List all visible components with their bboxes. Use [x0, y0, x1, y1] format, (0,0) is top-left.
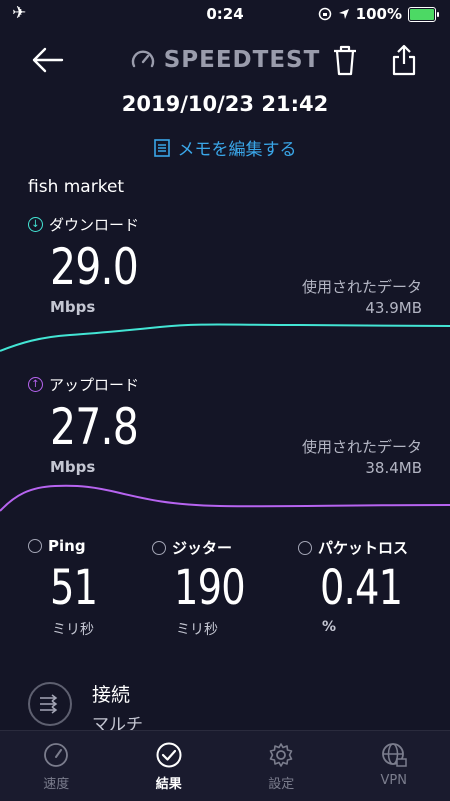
ping-label-row: Ping: [28, 537, 86, 555]
jitter-label-row: ジッター: [152, 537, 232, 558]
multi-arrow-icon: [38, 694, 62, 714]
memo-icon: [154, 139, 170, 157]
upload-label: アップロード: [49, 374, 139, 395]
upload-unit: Mbps: [50, 458, 95, 476]
jitter-label: ジッター: [172, 537, 232, 558]
trash-icon[interactable]: [330, 42, 360, 78]
download-value: 29.0: [50, 238, 138, 296]
upload-graph: [0, 475, 450, 515]
speedometer-icon: [42, 741, 70, 769]
jitter-unit: ミリ秒: [176, 619, 218, 639]
jitter-icon: [152, 541, 166, 555]
battery-percent: 100%: [356, 5, 402, 23]
ping-value: 51: [50, 560, 97, 616]
tab-vpn-label: VPN: [381, 773, 407, 788]
ping-icon: [28, 539, 42, 553]
tab-bar: 速度 結果 設定 VPN: [0, 730, 450, 801]
location-arrow-icon: [338, 8, 350, 20]
download-unit: Mbps: [50, 298, 95, 316]
tab-speed-label: 速度: [43, 773, 69, 792]
result-datetime: 2019/10/23 21:42: [0, 92, 450, 116]
tab-settings[interactable]: 設定: [225, 731, 338, 801]
connection-title: 接続: [92, 680, 130, 707]
globe-lock-icon: [380, 741, 408, 769]
upload-value: 27.8: [50, 398, 138, 456]
status-bar: ✈ 0:24 100%: [0, 0, 450, 28]
battery-icon: [408, 7, 436, 22]
tab-results[interactable]: 結果: [113, 731, 226, 801]
server-name: fish market: [28, 177, 124, 197]
tab-settings-label: 設定: [268, 773, 294, 792]
tab-speed[interactable]: 速度: [0, 731, 113, 801]
ping-unit: ミリ秒: [52, 619, 94, 639]
ping-label: Ping: [48, 537, 86, 555]
packet-loss-unit: %: [322, 619, 336, 635]
tab-results-label: 結果: [156, 773, 182, 792]
download-usage: 使用されたデータ 43.9MB: [302, 277, 422, 319]
edit-memo-button[interactable]: メモを編集する: [0, 135, 450, 160]
upload-usage-label: 使用されたデータ: [302, 437, 422, 458]
edit-memo-label: メモを編集する: [178, 135, 297, 160]
logo-text: SPEEDTEST: [164, 47, 321, 73]
speedtest-logo: SPEEDTEST: [0, 47, 450, 73]
connections-icon: [28, 682, 72, 726]
share-icon[interactable]: [390, 42, 418, 78]
tab-vpn[interactable]: VPN: [338, 731, 450, 801]
upload-arrow-icon: ↑: [28, 377, 43, 392]
packet-loss-value: 0.41: [320, 560, 402, 616]
packet-loss-label-row: パケットロス: [298, 537, 408, 558]
speedtest-logo-icon: [130, 47, 156, 73]
packet-loss-label: パケットロス: [318, 537, 408, 558]
packet-loss-icon: [298, 541, 312, 555]
upload-label-row: ↑ アップロード: [28, 374, 139, 395]
upload-usage: 使用されたデータ 38.4MB: [302, 437, 422, 479]
gear-icon: [267, 741, 295, 769]
download-graph: [0, 315, 450, 355]
download-label-row: ↓ ダウンロード: [28, 214, 139, 235]
check-circle-icon: [155, 741, 183, 769]
download-usage-label: 使用されたデータ: [302, 277, 422, 298]
status-right: 100%: [318, 5, 436, 23]
rotation-lock-icon: [318, 7, 332, 21]
download-label: ダウンロード: [49, 214, 139, 235]
jitter-value: 190: [174, 560, 245, 616]
download-arrow-icon: ↓: [28, 217, 43, 232]
